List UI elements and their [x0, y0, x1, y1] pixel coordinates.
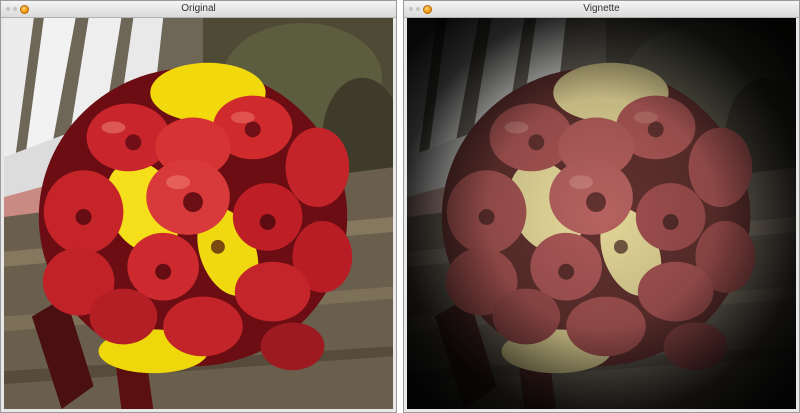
window-title: Vignette: [583, 3, 620, 14]
original-window: Original: [0, 0, 397, 413]
vignette-image: [407, 18, 796, 409]
original-image: [4, 18, 393, 409]
window-title: Original: [181, 3, 216, 14]
window-titlebar[interactable]: Original: [1, 1, 396, 18]
window-titlebar[interactable]: Vignette: [404, 1, 799, 18]
vignette-window: Vignette: [403, 0, 800, 413]
